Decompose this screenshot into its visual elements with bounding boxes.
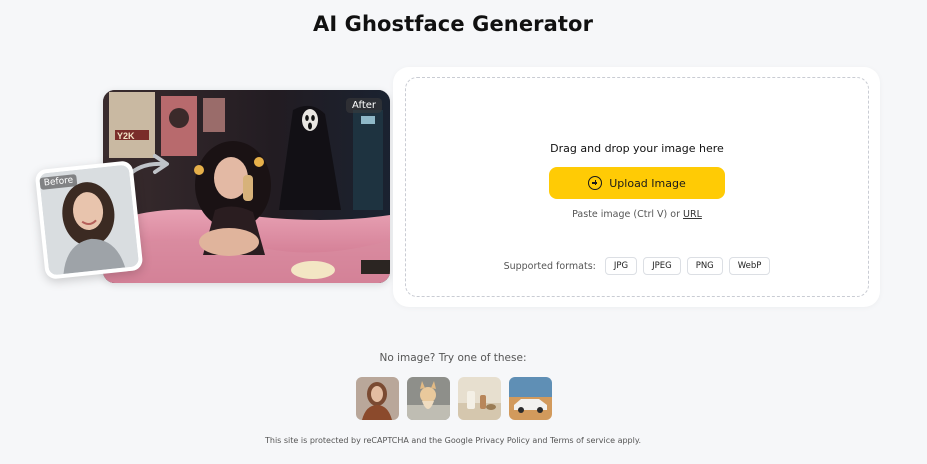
after-label: After [345, 98, 382, 113]
poster-text: Y2K [117, 131, 135, 141]
supported-formats: Supported formats: JPG JPEG PNG WebP [406, 257, 868, 275]
paste-text: Paste image (Ctrl V) or [572, 209, 680, 220]
url-link[interactable]: URL [683, 209, 702, 220]
plus-circle-icon [588, 176, 603, 190]
upload-image-button[interactable]: Upload Image [549, 167, 725, 199]
paste-hint: Paste image (Ctrl V) or URL [406, 209, 868, 220]
upload-button-label: Upload Image [609, 176, 686, 190]
sample-still-life[interactable] [458, 377, 501, 420]
page-title: AI Ghostface Generator [312, 12, 594, 36]
recaptcha-notice: This site is protected by reCAPTCHA and … [265, 436, 641, 445]
dropzone[interactable]: Drag and drop your image here Upload Ima… [405, 77, 869, 297]
formats-label: Supported formats: [503, 260, 596, 272]
format-chip-jpeg: JPEG [643, 257, 681, 275]
samples-title: No image? Try one of these: [379, 352, 527, 364]
sample-dog[interactable] [407, 377, 450, 420]
sample-woman-portrait[interactable] [356, 377, 399, 420]
format-chip-jpg: JPG [604, 257, 638, 275]
format-chip-webp: WebP [728, 257, 771, 275]
format-chip-png: PNG [686, 257, 723, 275]
upload-panel: Drag and drop your image here Upload Ima… [393, 67, 880, 307]
sample-white-car[interactable] [509, 377, 552, 420]
before-image-card: Before [34, 160, 144, 280]
sample-images [356, 377, 552, 420]
drop-instructions: Drag and drop your image here [550, 142, 724, 155]
